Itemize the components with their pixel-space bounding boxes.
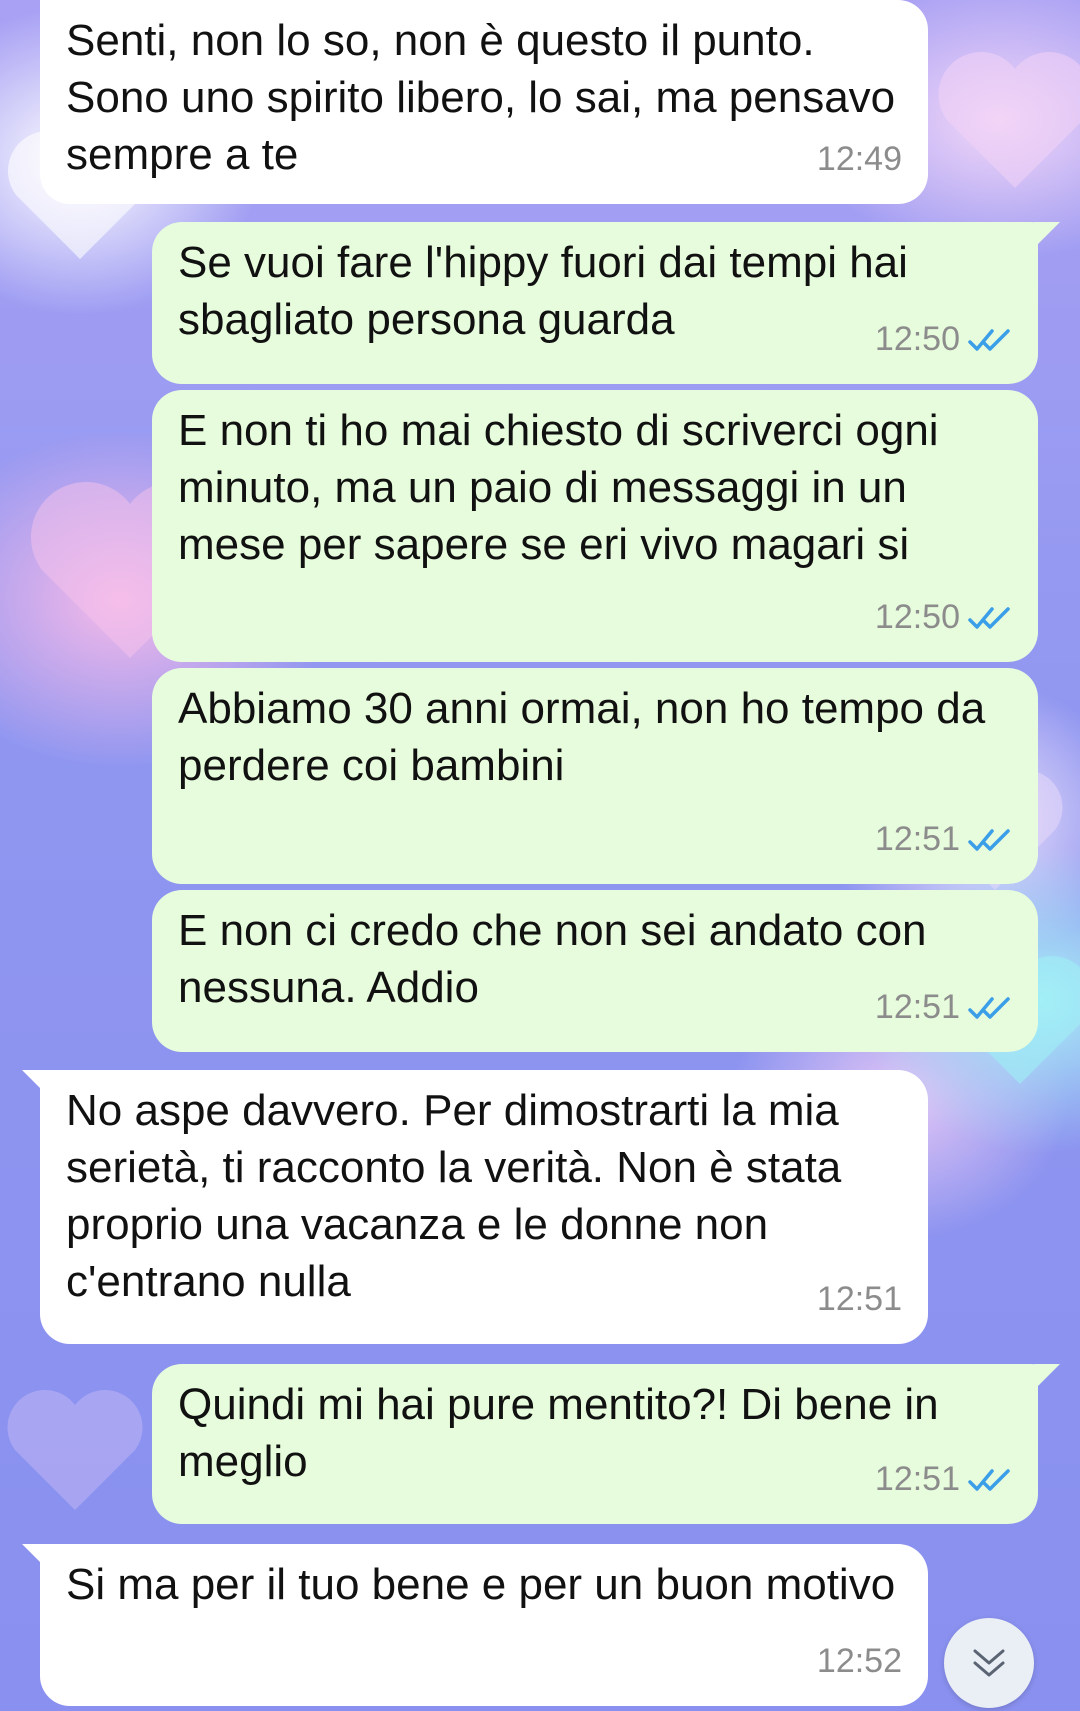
message-time: 12:50 bbox=[874, 598, 960, 636]
message-text: Abbiamo 30 anni ormai, non ho tempo da p… bbox=[178, 684, 986, 790]
message-text: Senti, non lo so, non è questo il punto.… bbox=[66, 16, 896, 179]
message-meta: 12:52 bbox=[817, 1633, 902, 1690]
message-meta: 12:51 bbox=[817, 1271, 902, 1328]
message-list[interactable]: Senti, non lo so, non è questo il punto.… bbox=[0, 0, 1080, 1711]
outgoing-message[interactable]: E non ti ho mai chiesto di scriverci ogn… bbox=[152, 390, 1038, 662]
message-time: 12:51 bbox=[874, 988, 960, 1026]
message-meta: 12:51 bbox=[875, 979, 1012, 1036]
outgoing-message[interactable]: E non ci credo che non sei andato con ne… bbox=[152, 890, 1038, 1052]
message-text: No aspe davvero. Per dimostrarti la mia … bbox=[66, 1086, 842, 1306]
double-check-icon bbox=[968, 828, 1010, 851]
bubble-tail bbox=[1034, 1364, 1060, 1390]
incoming-message[interactable]: Senti, non lo so, non è questo il punto.… bbox=[40, 0, 928, 204]
message-meta: 12:51 bbox=[875, 811, 1012, 868]
bubble-tail bbox=[22, 1544, 48, 1570]
message-time: 12:51 bbox=[816, 1280, 902, 1318]
message-meta: 12:51 bbox=[875, 1451, 1012, 1508]
scroll-to-bottom-button[interactable] bbox=[944, 1618, 1034, 1708]
message-text: Si ma per il tuo bene e per un buon moti… bbox=[66, 1560, 896, 1609]
message-time: 12:52 bbox=[816, 1642, 902, 1680]
incoming-message[interactable]: No aspe davvero. Per dimostrarti la mia … bbox=[22, 1070, 928, 1344]
message-meta: 12:49 bbox=[817, 131, 902, 188]
bubble-tail bbox=[1034, 222, 1060, 248]
double-check-icon bbox=[968, 1468, 1010, 1491]
chevron-double-down-icon bbox=[973, 1649, 1005, 1677]
incoming-message[interactable]: Si ma per il tuo bene e per un buon moti… bbox=[22, 1544, 928, 1706]
message-time: 12:50 bbox=[874, 320, 960, 358]
outgoing-message[interactable]: Abbiamo 30 anni ormai, non ho tempo da p… bbox=[152, 668, 1038, 884]
message-text: E non ti ho mai chiesto di scriverci ogn… bbox=[178, 406, 939, 569]
double-check-icon bbox=[968, 606, 1010, 629]
message-time: 12:49 bbox=[816, 140, 902, 178]
double-check-icon bbox=[968, 996, 1010, 1019]
message-time: 12:51 bbox=[874, 820, 960, 858]
message-meta: 12:50 bbox=[875, 589, 1012, 646]
bubble-tail bbox=[22, 1070, 48, 1096]
outgoing-message[interactable]: Quindi mi hai pure mentito?! Di bene in … bbox=[152, 1364, 1060, 1524]
double-check-icon bbox=[968, 328, 1010, 351]
message-meta: 12:50 bbox=[875, 311, 1012, 368]
message-time: 12:51 bbox=[874, 1460, 960, 1498]
outgoing-message[interactable]: Se vuoi fare l'hippy fuori dai tempi hai… bbox=[152, 222, 1060, 384]
